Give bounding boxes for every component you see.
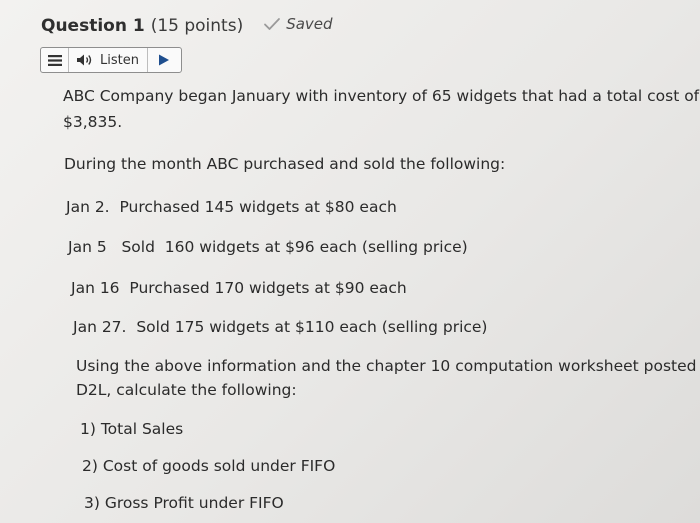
during-text: During the month ABC purchased and sold … — [64, 155, 506, 173]
task-item: 1) Total Sales — [80, 420, 184, 438]
transaction-item: Jan 2. Purchased 145 widgets at $80 each — [66, 198, 397, 216]
saved-label: Saved — [286, 15, 333, 33]
menu-button[interactable] — [41, 48, 69, 72]
intro-text-line-2: $3,835. — [63, 113, 123, 131]
listen-button[interactable]: Listen — [69, 48, 148, 72]
listen-label: Listen — [100, 52, 139, 68]
question-points: (15 points) — [150, 16, 244, 36]
speaker-icon — [77, 54, 92, 66]
transaction-item: Jan 5 Sold 160 widgets at $96 each (sell… — [68, 238, 468, 256]
task-item: 2) Cost of goods sold under FIFO — [82, 457, 336, 475]
instructions-line-1: Using the above information and the chap… — [76, 357, 700, 375]
transaction-item: Jan 16 Purchased 170 widgets at $90 each — [71, 279, 407, 297]
transaction-item: Jan 27. Sold 175 widgets at $110 each (s… — [73, 318, 488, 336]
intro-text-line-1: ABC Company began January with inventory… — [63, 87, 700, 105]
question-title: Question 1 — [41, 16, 145, 36]
quiz-screen: Question 1 (15 points) Saved Listen ABC … — [0, 0, 700, 523]
play-icon — [159, 54, 170, 66]
readspeaker-toolbar: Listen — [40, 47, 182, 73]
checkmark-icon — [264, 18, 281, 30]
saved-status: Saved — [263, 15, 333, 33]
question-header: Question 1 (15 points) Saved — [41, 15, 333, 36]
task-item: 3) Gross Profit under FIFO — [84, 494, 284, 512]
instructions-line-2: D2L, calculate the following: — [76, 381, 297, 399]
play-button[interactable] — [148, 48, 181, 72]
hamburger-menu-icon — [47, 54, 62, 66]
